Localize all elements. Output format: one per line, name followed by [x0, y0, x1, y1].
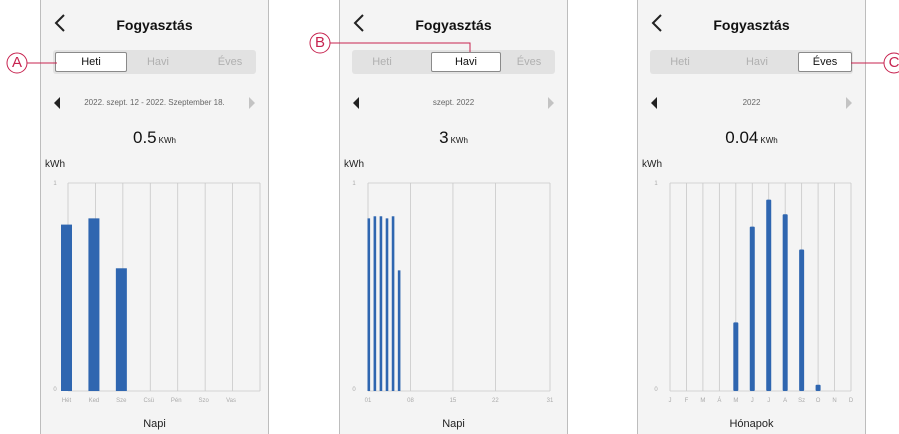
tab-havi[interactable]: Havi	[431, 52, 501, 72]
x-tick-label: Sz	[798, 398, 805, 404]
bar	[385, 218, 389, 391]
y-tick-label: 1	[53, 181, 57, 187]
x-tick-label: Ked	[89, 398, 100, 404]
triangle-right-icon[interactable]	[846, 97, 852, 109]
x-axis-title: Napi	[143, 418, 166, 430]
page-title: Fogyasztás	[415, 17, 492, 33]
y-tick-label: 0	[654, 387, 658, 393]
total-consumption: 3 KWh	[340, 128, 567, 148]
tab-havi[interactable]: Havi	[732, 50, 782, 74]
bar	[373, 216, 377, 391]
weekly-panel: Fogyasztás Heti Havi Éves 2022. szept. 1…	[40, 0, 269, 434]
x-tick-label: Sze	[116, 398, 127, 404]
yearly-panel: Fogyasztás Heti Havi Éves 2022 0.04 KWh k…	[637, 0, 866, 434]
y-tick-label: 1	[654, 181, 658, 187]
x-tick-label: Vas	[226, 398, 236, 404]
x-tick-label: 01	[365, 398, 372, 404]
tab-heti[interactable]: Heti	[55, 52, 127, 72]
y-tick-label: 0	[53, 387, 57, 393]
y-axis-label: kWh	[45, 159, 65, 170]
total-unit: KWh	[158, 136, 176, 145]
period-label: 2022	[742, 98, 761, 107]
bar	[367, 218, 371, 391]
y-tick-label: 0	[352, 387, 356, 393]
y-tick-label: 1	[352, 181, 356, 187]
period-tabs: Heti Havi Éves	[650, 50, 853, 74]
total-unit: KWh	[760, 136, 778, 145]
tab-havi[interactable]: Havi	[133, 50, 183, 74]
x-tick-label: 31	[547, 398, 554, 404]
bar	[391, 216, 395, 391]
bar	[397, 270, 401, 391]
tab-heti[interactable]: Heti	[655, 50, 705, 74]
triangle-left-icon[interactable]	[353, 97, 359, 109]
x-tick-label: Csü	[143, 398, 154, 404]
tab-eves[interactable]: Éves	[205, 50, 255, 74]
x-tick-label: M	[733, 398, 738, 404]
x-tick-label: A	[783, 398, 787, 404]
page-title: Fogyasztás	[116, 17, 193, 33]
bar	[749, 226, 755, 391]
period-label: szept. 2022	[432, 98, 475, 107]
x-tick-label: Hét	[62, 398, 72, 404]
bar	[733, 322, 739, 391]
triangle-left-icon[interactable]	[54, 97, 60, 109]
x-tick-label: N	[832, 398, 836, 404]
y-axis-label: kWh	[642, 159, 662, 170]
period-tabs: Heti Havi Éves	[352, 50, 555, 74]
total-unit: KWh	[450, 136, 468, 145]
x-tick-label: Szo	[198, 398, 209, 404]
tab-heti[interactable]: Heti	[357, 50, 407, 74]
callout-b: B	[314, 34, 325, 51]
x-tick-label: F	[685, 398, 689, 404]
x-tick-label: 15	[450, 398, 457, 404]
bar	[88, 218, 100, 391]
x-tick-label: J	[767, 398, 770, 404]
total-consumption: 0.5 KWh	[41, 128, 268, 148]
period-tabs: Heti Havi Éves	[53, 50, 256, 74]
total-consumption: 0.04 KWh	[638, 128, 865, 148]
bar	[782, 214, 788, 391]
triangle-left-icon[interactable]	[651, 97, 657, 109]
bar	[115, 268, 127, 391]
x-axis-title: Napi	[442, 418, 465, 430]
total-value: 0.5	[133, 128, 157, 147]
callout-a: A	[11, 54, 22, 71]
monthly-bar-chart: 1 0 01 08 15 22 31	[352, 181, 554, 404]
x-tick-label: Pén	[171, 398, 182, 404]
y-axis-label: kWh	[344, 159, 364, 170]
bar	[815, 384, 821, 391]
callout-c: C	[888, 54, 899, 71]
tab-eves[interactable]: Éves	[798, 52, 852, 72]
bar	[379, 216, 383, 391]
x-tick-label: Á	[717, 397, 721, 404]
yearly-bar-chart: 1 0 J F M Á M J J A Sz O N D	[654, 181, 854, 404]
monthly-panel: Fogyasztás Heti Havi Éves szept. 2022 3K…	[339, 0, 568, 434]
triangle-right-icon[interactable]	[548, 97, 554, 109]
bar	[799, 249, 805, 391]
x-tick-label: M	[700, 398, 705, 404]
x-tick-label: J	[751, 398, 754, 404]
bar	[61, 224, 72, 391]
weekly-bar-chart: 1 0 Hét Ked Sze Csü Pén Szo Vas	[53, 181, 261, 404]
total-value: 0.04	[725, 128, 759, 147]
x-tick-label: 08	[407, 398, 414, 404]
x-tick-label: J	[669, 398, 672, 404]
x-tick-label: D	[849, 398, 854, 404]
bar	[766, 199, 772, 391]
total-value: 3	[439, 128, 449, 147]
x-tick-label: 22	[492, 398, 499, 404]
x-axis-title: Hónapok	[729, 418, 774, 430]
triangle-right-icon[interactable]	[249, 97, 255, 109]
page-title: Fogyasztás	[713, 17, 790, 33]
tab-eves[interactable]: Éves	[504, 50, 554, 74]
x-tick-label: O	[816, 398, 821, 404]
period-label: 2022. szept. 12 - 2022. Szeptember 18.	[84, 98, 225, 107]
